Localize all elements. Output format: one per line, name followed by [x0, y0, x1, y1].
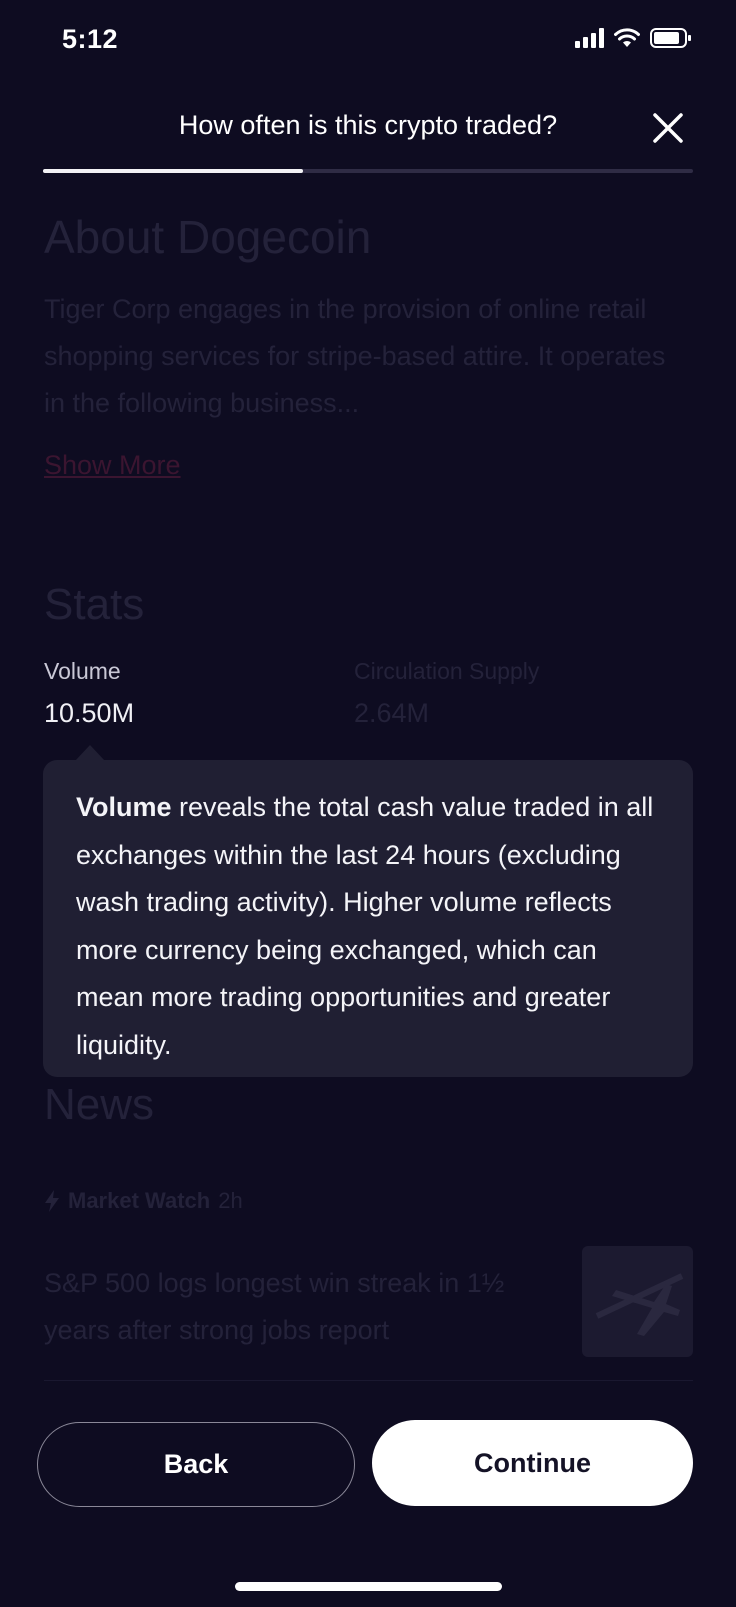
divider — [44, 1380, 693, 1381]
volume-tooltip: Volume reveals the total cash value trad… — [43, 760, 693, 1077]
status-time: 5:12 — [62, 24, 119, 54]
close-icon — [653, 113, 683, 143]
news-age: 2h — [218, 1188, 243, 1213]
volume-label: Volume — [44, 658, 121, 684]
about-title: About Dogecoin — [44, 211, 372, 263]
battery-icon — [650, 28, 691, 48]
news-source-name: Market Watch — [68, 1188, 211, 1213]
question-title: How often is this crypto traded? — [178, 110, 558, 140]
news-thumbnail[interactable] — [582, 1246, 693, 1357]
circulation-supply-value: 2.64M — [354, 698, 430, 728]
news-source: Market Watch 2h — [44, 1188, 243, 1214]
progress-fill — [43, 169, 303, 173]
volume-value: 10.50M — [44, 698, 135, 728]
close-button[interactable] — [648, 108, 688, 148]
lightning-icon — [45, 1190, 59, 1212]
back-button[interactable]: Back — [37, 1422, 355, 1507]
stats-title: Stats — [44, 580, 145, 629]
airplane-icon — [595, 1273, 684, 1336]
home-indicator — [235, 1582, 502, 1591]
tooltip-arrow — [75, 745, 105, 761]
show-more-link[interactable]: Show More — [44, 450, 181, 481]
news-headline[interactable]: S&P 500 logs longest win streak in 1½ ye… — [44, 1260, 544, 1354]
about-description: Tiger Corp engages in the provision of o… — [44, 294, 666, 418]
tooltip-term: Volume — [76, 792, 172, 822]
circulation-supply-label: Circulation Supply — [354, 658, 540, 684]
wifi-icon — [614, 28, 640, 47]
continue-button[interactable]: Continue — [372, 1420, 693, 1506]
status-icons — [575, 28, 692, 48]
signal-icon — [575, 28, 604, 48]
tooltip-text: reveals the total cash value traded in a… — [76, 792, 654, 1060]
news-title: News — [44, 1080, 155, 1129]
